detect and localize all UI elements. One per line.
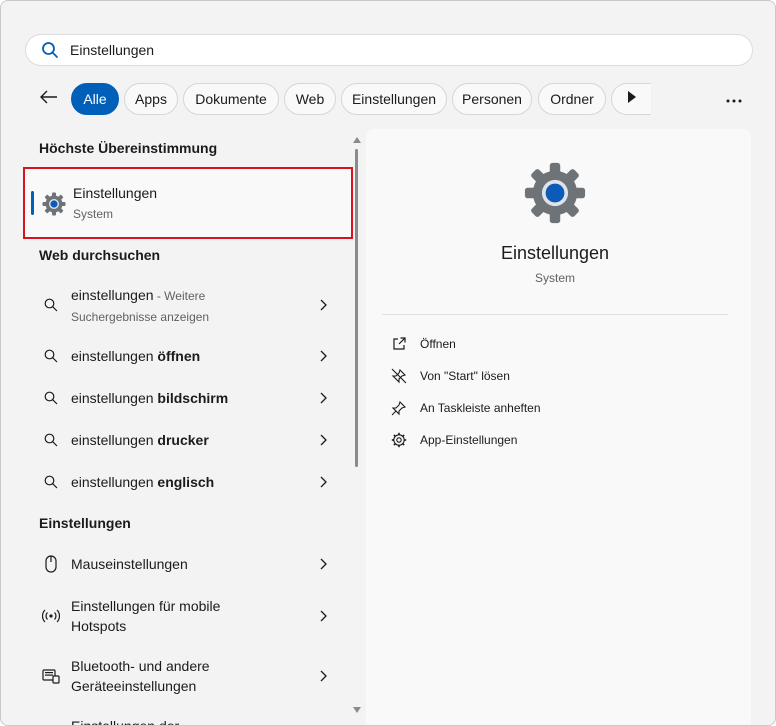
- arrow-left-icon: [40, 90, 58, 109]
- search-input[interactable]: [70, 42, 710, 58]
- chevron-right-icon: [315, 608, 331, 624]
- preview-panel: Einstellungen System Öffnen Von "Start" …: [366, 129, 751, 725]
- chevron-right-icon: [315, 556, 331, 572]
- gear-icon: [521, 159, 589, 227]
- settings-result-label: Bluetooth- und andere: [71, 658, 210, 674]
- settings-heading: Einstellungen: [39, 515, 131, 531]
- filter-settings[interactable]: Einstellungen: [341, 83, 447, 115]
- best-match-title: Einstellungen: [73, 185, 158, 201]
- chevron-right-icon: [315, 297, 331, 313]
- scroll-down-arrow[interactable]: [353, 707, 361, 713]
- settings-result-label: Einstellungen der: [71, 718, 180, 726]
- web-result-text: einstellungen: [71, 348, 158, 364]
- web-result-item[interactable]: einstellungen - Weitere Suchergebnisse a…: [21, 285, 351, 325]
- web-result-bold-text: öffnen: [157, 348, 201, 364]
- back-button[interactable]: [35, 86, 63, 112]
- settings-result-partial[interactable]: Einstellungen der: [21, 716, 351, 726]
- web-result-text: einstellungen: [71, 287, 154, 303]
- web-result-item[interactable]: einstellungen bildschirm: [21, 388, 351, 408]
- web-result-text: einstellungen: [71, 432, 158, 448]
- web-result-bold-text: englisch: [157, 474, 215, 490]
- search-icon: [41, 295, 61, 315]
- action-label: Öffnen: [420, 337, 456, 351]
- search-icon: [40, 40, 60, 60]
- pin-icon: [390, 399, 408, 417]
- filter-documents[interactable]: Dokumente: [183, 83, 279, 115]
- web-result-bold-text: bildschirm: [157, 390, 229, 406]
- best-match-heading: Höchste Übereinstimmung: [39, 140, 218, 156]
- filter-web[interactable]: Web: [284, 83, 336, 115]
- settings-result-hotspot[interactable]: Einstellungen für mobile Hotspots: [21, 596, 351, 636]
- chevron-right-icon: [315, 474, 331, 490]
- selection-indicator: [31, 191, 34, 215]
- best-match-item[interactable]: Einstellungen System: [23, 167, 353, 239]
- scroll-up-arrow[interactable]: [353, 137, 361, 143]
- filter-apps[interactable]: Apps: [124, 83, 178, 115]
- settings-result-label: Mauseinstellungen: [71, 556, 188, 572]
- chevron-right-icon: [315, 348, 331, 364]
- action-app-settings[interactable]: App-Einstellungen: [390, 428, 517, 452]
- web-result-suffix-line2: Suchergebnisse anzeigen: [71, 310, 210, 324]
- web-result-text: einstellungen: [71, 474, 158, 490]
- preview-title: Einstellungen: [500, 243, 610, 263]
- action-open[interactable]: Öffnen: [390, 332, 456, 356]
- web-result-item[interactable]: einstellungen drucker: [21, 430, 351, 450]
- web-result-suffix: - Weitere: [153, 289, 206, 303]
- chevron-right-icon: [315, 668, 331, 684]
- chevron-right-icon: [315, 390, 331, 406]
- gear-icon: [41, 191, 67, 217]
- chevron-right-icon: [315, 432, 331, 448]
- play-icon: [627, 90, 637, 108]
- search-window: Alle Apps Dokumente Web Einstellungen Pe…: [0, 0, 776, 726]
- action-pin-taskbar[interactable]: An Taskleiste anheften: [390, 396, 541, 420]
- settings-result-bluetooth[interactable]: Bluetooth- und andere Geräteeinstellunge…: [21, 656, 351, 696]
- settings-result-label-line2: Geräteeinstellungen: [71, 678, 197, 694]
- results-scrollbar[interactable]: [351, 137, 363, 721]
- open-external-icon: [390, 335, 408, 353]
- scroll-thumb[interactable]: [355, 149, 358, 467]
- action-label: An Taskleiste anheften: [420, 401, 541, 415]
- gear-icon: [390, 431, 408, 449]
- more-filters-button[interactable]: [611, 83, 651, 115]
- filter-people[interactable]: Personen: [452, 83, 532, 115]
- web-result-text: einstellungen: [71, 390, 158, 406]
- action-label: App-Einstellungen: [420, 433, 518, 447]
- unpin-icon: [390, 367, 408, 385]
- more-options-button[interactable]: [719, 86, 749, 112]
- search-icon: [41, 430, 61, 450]
- search-icon: [41, 472, 61, 492]
- search-icon: [41, 388, 61, 408]
- hotspot-icon: [41, 606, 61, 626]
- filter-all[interactable]: Alle: [71, 83, 119, 115]
- settings-result-mouse[interactable]: Mauseinstellungen: [21, 554, 351, 574]
- results-list: Höchste Übereinstimmung Einstellungen Sy…: [21, 129, 357, 726]
- web-result-item[interactable]: einstellungen englisch: [21, 472, 351, 492]
- preview-subtitle: System: [534, 271, 575, 285]
- divider: [382, 314, 728, 315]
- filter-bar: Alle Apps Dokumente Web Einstellungen Pe…: [1, 82, 775, 116]
- action-unpin-start[interactable]: Von "Start" lösen: [390, 364, 510, 388]
- devices-icon: [41, 666, 61, 686]
- action-label: Von "Start" lösen: [420, 369, 510, 383]
- best-match-subtitle: System: [73, 207, 114, 221]
- settings-result-label: Einstellungen für mobile: [71, 598, 221, 614]
- mouse-icon: [41, 554, 61, 574]
- web-result-item[interactable]: einstellungen öffnen: [21, 346, 351, 366]
- settings-result-label-line2: Hotspots: [71, 618, 127, 634]
- search-icon: [41, 346, 61, 366]
- search-box[interactable]: [25, 34, 753, 66]
- web-result-bold-text: drucker: [157, 432, 209, 448]
- filter-folders[interactable]: Ordner: [538, 83, 606, 115]
- web-search-heading: Web durchsuchen: [39, 247, 161, 263]
- more-icon: [726, 90, 742, 108]
